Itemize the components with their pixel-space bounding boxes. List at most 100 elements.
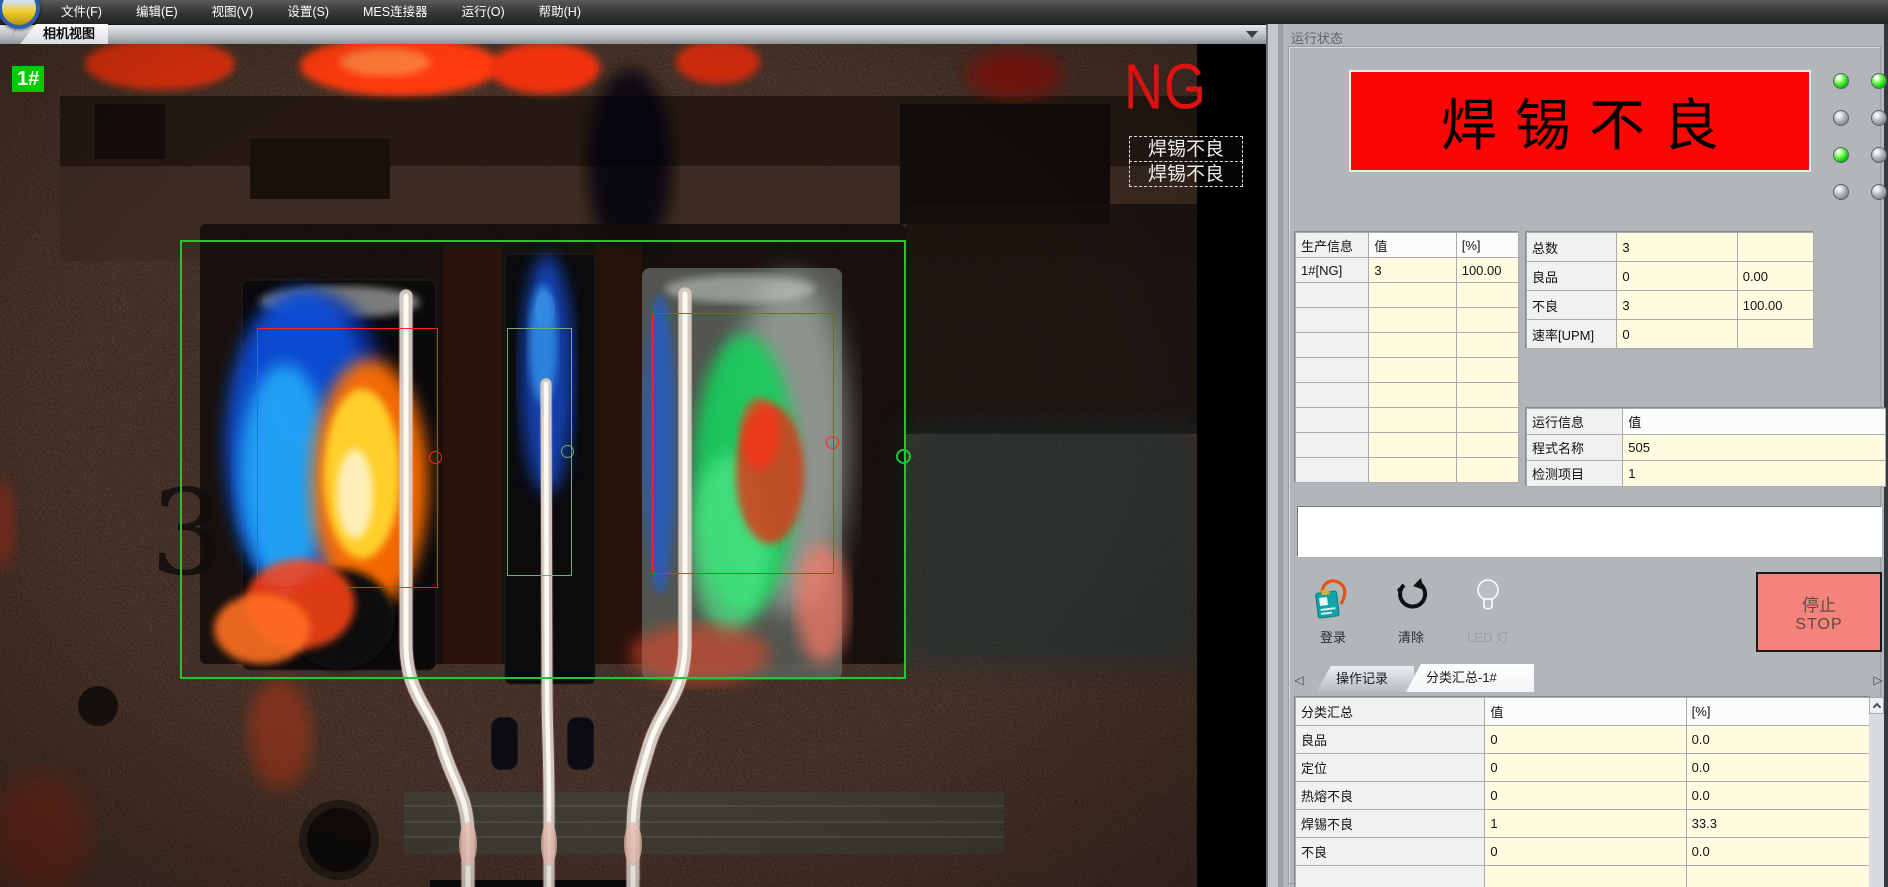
table-cell: 0.00: [1737, 262, 1813, 291]
chevron-down-icon[interactable]: [1246, 31, 1258, 38]
table-cell: [1369, 308, 1456, 333]
scroll-up-icon[interactable]: [1869, 697, 1884, 714]
table-cell: 33.3: [1686, 810, 1870, 838]
roi-middle-handle: [561, 445, 574, 458]
table-cell: [1369, 433, 1456, 458]
table-cell: [1369, 358, 1456, 383]
tab-operation-log[interactable]: 操作记录: [1316, 666, 1414, 692]
inspection-result-label: NG: [1124, 50, 1207, 123]
table-cell: [1369, 333, 1456, 358]
table-cell: [1456, 433, 1518, 458]
roi-defect-rect-right: [652, 313, 834, 574]
table-cell: 焊锡不良: [1296, 810, 1485, 838]
led-light-button[interactable]: LED 灯: [1452, 577, 1524, 641]
header-cell: 值: [1485, 698, 1686, 726]
menu-item-edit[interactable]: 编辑(E): [121, 0, 193, 24]
menu-item-mes-connector[interactable]: MES连接器: [348, 0, 443, 24]
login-badge-icon: [1314, 577, 1352, 619]
light-bulb-icon: [1472, 577, 1504, 619]
menu-item-help[interactable]: 帮助(H): [524, 0, 596, 24]
table-cell: [1296, 866, 1485, 887]
status-led: [1871, 110, 1887, 126]
stop-button[interactable]: 停止 STOP: [1756, 572, 1882, 652]
stop-label-en: STOP: [1758, 616, 1880, 634]
table-cell: 0.0: [1686, 782, 1870, 810]
camera-view: 3 1# NG 焊锡不良 焊锡不良: [0, 44, 1266, 887]
menu-item-settings[interactable]: 设置(S): [272, 0, 344, 24]
tab-scroll-right-icon[interactable]: ▷: [1870, 669, 1886, 691]
defect-label: 焊锡不良: [1129, 161, 1243, 187]
class-summary-table: 分类汇总值[%]良品00.0定位00.0热熔不良00.0焊锡不良133.3不良0…: [1295, 697, 1871, 887]
table-cell: [1296, 383, 1369, 408]
table-cell: 0.0: [1686, 754, 1870, 782]
header-cell: 分类汇总: [1296, 698, 1485, 726]
table-cell: [1456, 308, 1518, 333]
camera-id-badge: 1#: [12, 66, 44, 92]
login-label: 登录: [1302, 627, 1364, 646]
header-cell: [%]: [1456, 233, 1518, 258]
table-cell: 3: [1617, 233, 1737, 262]
roi-right-handle: [826, 436, 839, 449]
table-cell: [1296, 283, 1369, 308]
tab-scroll-left-icon[interactable]: ◁: [1291, 669, 1307, 691]
group-title-run-status: 运行状态: [1291, 28, 1343, 47]
run-info-table: 运行信息值程式名称505检测项目1: [1526, 408, 1886, 487]
table-cell: 热熔不良: [1296, 782, 1485, 810]
clear-button[interactable]: 清除: [1380, 577, 1442, 641]
panel-splitter[interactable]: [1266, 24, 1283, 887]
table-cell: [1296, 458, 1369, 483]
table-cell: 0: [1617, 320, 1737, 349]
table-cell: [1737, 320, 1813, 349]
table-cell: 0: [1485, 754, 1686, 782]
view-tab-strip: [0, 24, 1266, 44]
table-cell: 1#[NG]: [1296, 258, 1369, 283]
status-led: [1871, 73, 1887, 89]
status-led: [1833, 184, 1849, 200]
table-cell: [1456, 283, 1518, 308]
table-cell: 不良: [1296, 838, 1485, 866]
stop-label-cn: 停止: [1758, 591, 1880, 616]
status-led: [1871, 147, 1887, 163]
menu-item-file[interactable]: 文件(F): [46, 0, 117, 24]
menu-item-view[interactable]: 视图(V): [197, 0, 269, 24]
table-cell: 不良: [1527, 291, 1617, 320]
table-cell: [1456, 383, 1518, 408]
table-cell: 良品: [1296, 726, 1485, 754]
table-cell: 定位: [1296, 754, 1485, 782]
table-cell: [1456, 408, 1518, 433]
status-led: [1833, 73, 1849, 89]
header-cell: 运行信息: [1527, 409, 1623, 435]
vertical-scrollbar[interactable]: [1869, 697, 1884, 887]
table-cell: 0: [1485, 838, 1686, 866]
table-cell: [1296, 308, 1369, 333]
table-cell: 0: [1485, 782, 1686, 810]
table-cell: [1456, 458, 1518, 483]
table-cell: [1296, 333, 1369, 358]
status-message-box: [1297, 506, 1882, 557]
table-cell: [1485, 866, 1686, 887]
roi-left-handle: [429, 451, 442, 464]
table-cell: [1737, 233, 1813, 262]
roi-defect-rect-left: [257, 328, 438, 588]
table-cell: 检测项目: [1527, 461, 1623, 487]
table-cell: [1369, 458, 1456, 483]
table-cell: 3: [1369, 258, 1456, 283]
table-cell: 100.00: [1737, 291, 1813, 320]
menu-bar: 文件(F) 编辑(E) 视图(V) 设置(S) MES连接器 运行(O) 帮助(…: [0, 0, 1888, 24]
menu-item-run[interactable]: 运行(O): [447, 0, 520, 24]
status-led: [1871, 184, 1887, 200]
table-cell: [1296, 408, 1369, 433]
status-led: [1833, 147, 1849, 163]
table-cell: 505: [1623, 435, 1886, 461]
table-cell: [1369, 283, 1456, 308]
header-cell: [%]: [1686, 698, 1870, 726]
table-cell: 1: [1623, 461, 1886, 487]
defect-label: 焊锡不良: [1129, 136, 1243, 162]
roi-outer-handle: [896, 449, 911, 464]
table-cell: [1686, 866, 1870, 887]
tab-class-summary[interactable]: 分类汇总-1#: [1406, 664, 1534, 692]
table-cell: 1: [1485, 810, 1686, 838]
table-cell: 程式名称: [1527, 435, 1623, 461]
login-button[interactable]: 登录: [1302, 577, 1364, 641]
table-cell: [1456, 333, 1518, 358]
